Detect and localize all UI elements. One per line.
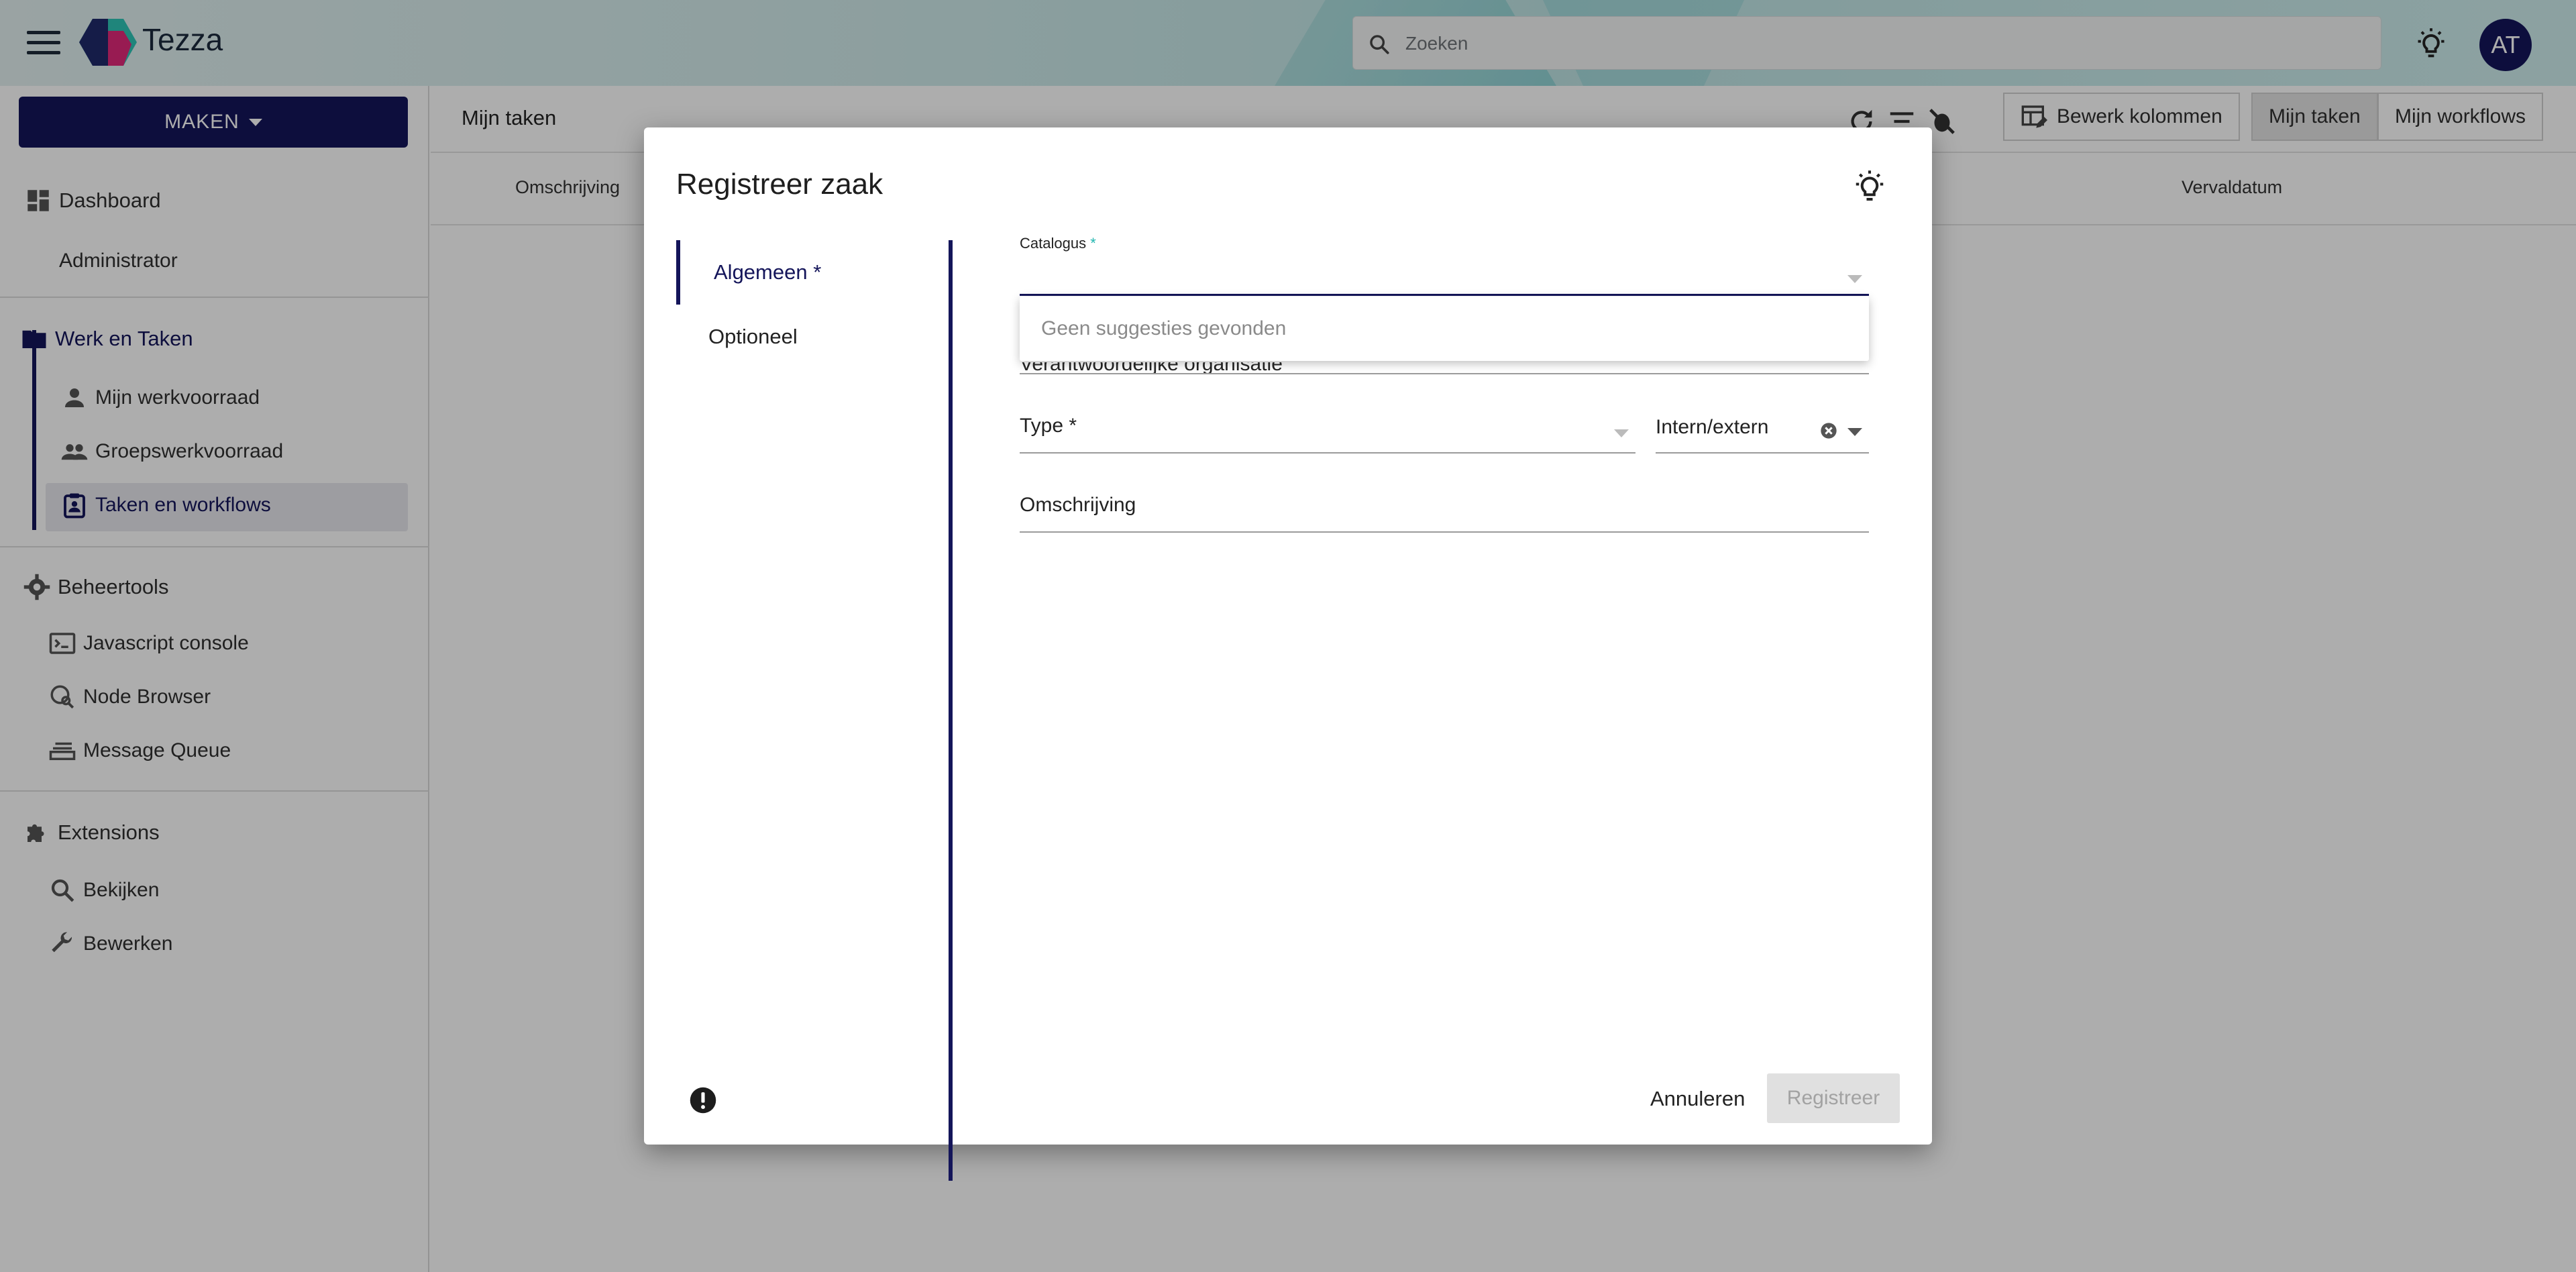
description-input[interactable] — [1020, 487, 1869, 530]
responsible-org-underline — [1020, 373, 1869, 374]
step-label: Algemeen * — [714, 260, 822, 284]
register-button[interactable]: Registreer — [1767, 1073, 1900, 1123]
step-optional[interactable]: Optioneel — [676, 305, 926, 369]
description-underline — [1020, 531, 1869, 533]
lightbulb-icon[interactable] — [1851, 169, 1888, 205]
error-icon[interactable] — [688, 1085, 718, 1115]
stepper-separator — [949, 240, 953, 1181]
type-select[interactable] — [1020, 408, 1635, 451]
cancel-button[interactable]: Annuleren — [1635, 1075, 1760, 1123]
step-general[interactable]: Algemeen * — [676, 240, 926, 305]
catalog-label: Catalogus * — [1020, 235, 1096, 252]
catalog-underline — [1020, 294, 1869, 296]
no-suggestions-text: Geen suggesties gevonden — [1041, 317, 1287, 339]
clear-icon[interactable] — [1819, 421, 1838, 440]
type-underline — [1020, 452, 1635, 454]
dropdown-arrow-icon[interactable] — [1614, 429, 1629, 437]
dropdown-arrow-icon[interactable] — [1847, 275, 1862, 283]
dialog-title: Registreer zaak — [676, 168, 883, 201]
dropdown-arrow-icon[interactable] — [1847, 428, 1862, 436]
register-case-dialog: Registreer zaak Algemeen * Optioneel Cat… — [644, 127, 1932, 1181]
catalog-combobox[interactable] — [1020, 258, 1869, 295]
step-label: Optioneel — [708, 325, 798, 348]
intern-extern-underline — [1656, 452, 1869, 454]
required-mark: * — [1090, 235, 1096, 252]
suggestions-dropdown: Geen suggesties gevonden — [1020, 297, 1869, 361]
